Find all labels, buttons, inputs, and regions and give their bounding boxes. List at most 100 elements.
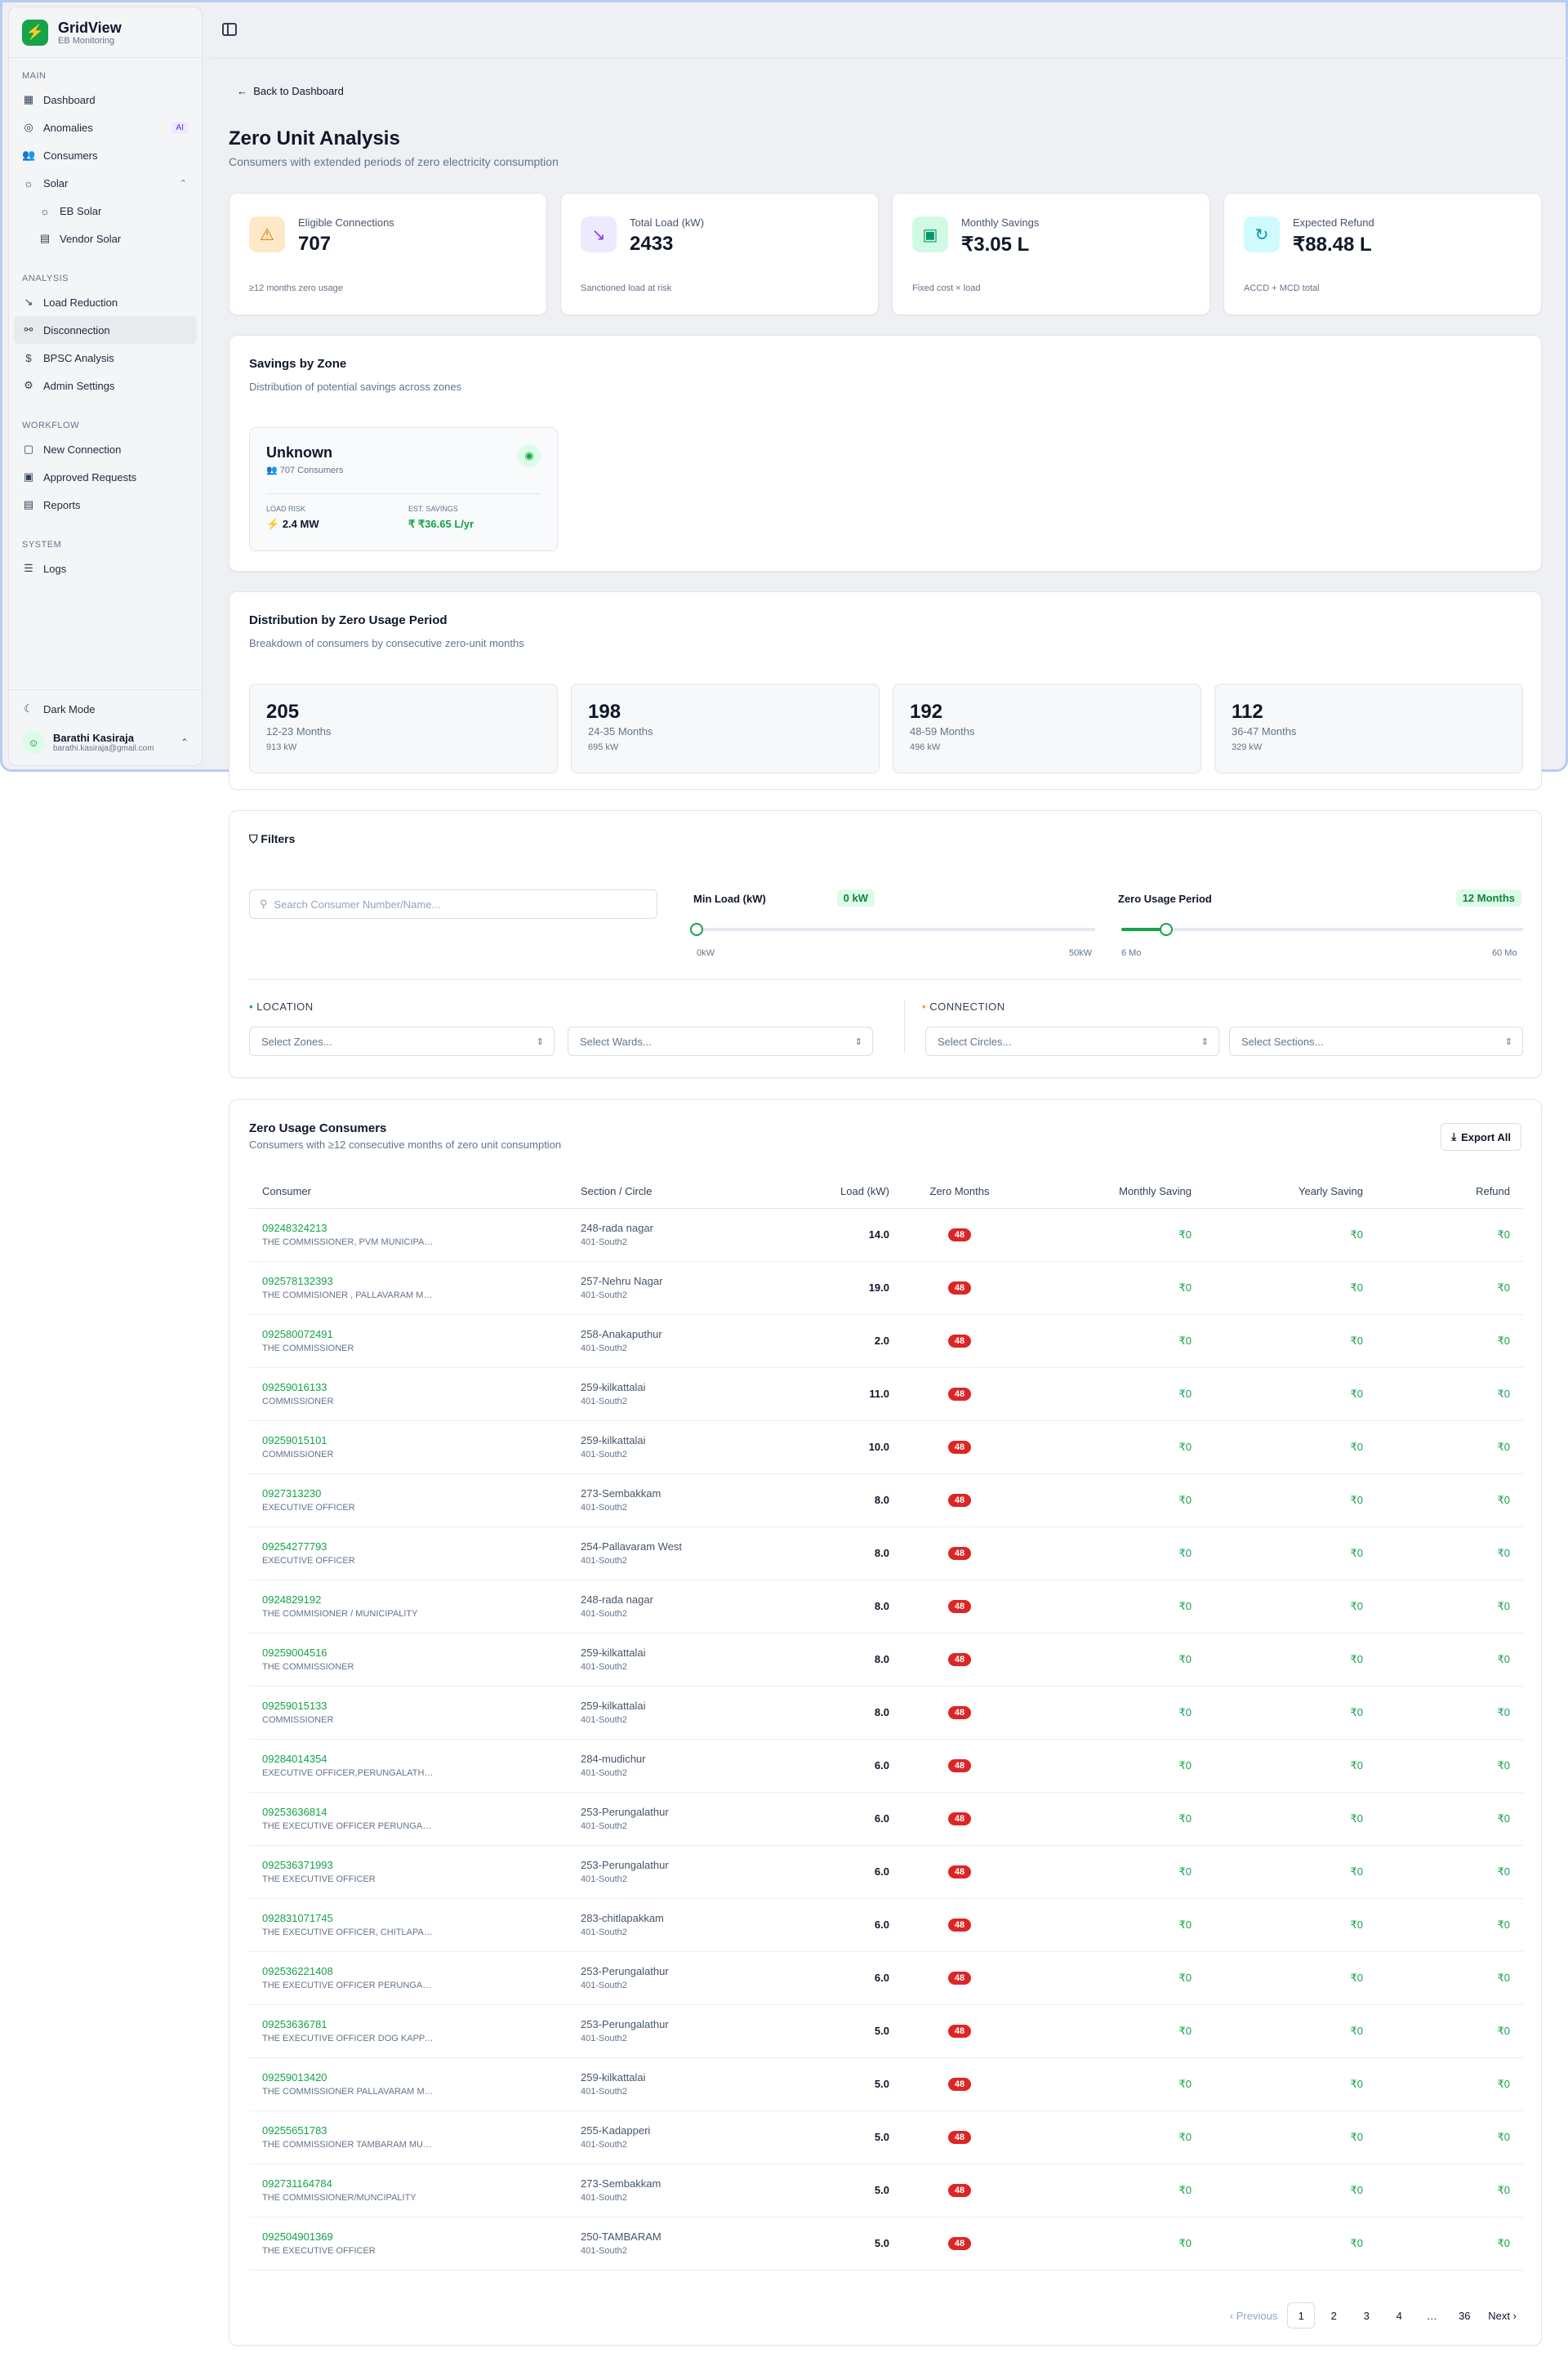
consumer-number-link[interactable]: 092731164784 bbox=[262, 2177, 555, 2190]
sidebar-item-load-reduction[interactable]: ↘ Load Reduction bbox=[9, 288, 202, 316]
consumer-number-link[interactable]: 0924829192 bbox=[262, 1593, 555, 1606]
sidebar-item-bpsc-analysis[interactable]: $ BPSC Analysis bbox=[9, 344, 202, 372]
zone-card[interactable]: Unknown 👥 707 Consumers ◉ LOAD RISK ⚡ 2.… bbox=[249, 427, 558, 551]
sidebar-item-disconnection[interactable]: ⚯ Disconnection bbox=[14, 316, 197, 344]
table-row[interactable]: 09259015133 COMMISSIONER 259-kilkattalai 40… bbox=[249, 1686, 1523, 1740]
col-refund[interactable]: Refund bbox=[1376, 1175, 1523, 1209]
page-2-button[interactable]: 2 bbox=[1320, 2302, 1348, 2329]
table-row[interactable]: 09259004516 THE COMMISSIONER 259-kilkattal… bbox=[249, 1633, 1523, 1687]
period-card[interactable]: 205 12-23 Months 913 kW bbox=[249, 684, 558, 773]
zero-period-slider-thumb[interactable] bbox=[1159, 923, 1173, 936]
refund-cell: ₹0 bbox=[1376, 1420, 1523, 1474]
sidebar-item-approved-requests[interactable]: ▣ Approved Requests bbox=[9, 463, 202, 491]
consumer-number-link[interactable]: 092536221408 bbox=[262, 1965, 555, 1977]
load-risk-value: 2.4 MW bbox=[282, 518, 319, 530]
page-1-button[interactable]: 1 bbox=[1287, 2302, 1316, 2329]
consumer-number-link[interactable]: 09248324213 bbox=[262, 1222, 555, 1234]
consumer-number-link[interactable]: 09284014354 bbox=[262, 1753, 555, 1765]
consumer-cell: 0924829192 THE COMMISIONER / MUNICIPALITY bbox=[249, 1580, 568, 1633]
consumer-cell: 09259013420 THE COMMISSIONER PALLAVARAM M… bbox=[249, 2057, 568, 2111]
table-row[interactable]: 092504901369 THE EXECUTIVE OFFICER 250-TAM… bbox=[249, 2217, 1523, 2271]
consumer-number-link[interactable]: 09259015101 bbox=[262, 1434, 555, 1446]
page-last-button[interactable]: 36 bbox=[1450, 2302, 1478, 2329]
back-link[interactable]: ← Back to Dashboard bbox=[237, 85, 344, 97]
previous-button[interactable]: ‹ Previous bbox=[1225, 2302, 1283, 2329]
stat-card: ↻ Expected Refund ₹88.48 L ACCD + MCD to… bbox=[1223, 193, 1542, 315]
period-card[interactable]: 192 48-59 Months 496 kW bbox=[893, 684, 1201, 773]
table-row[interactable]: 092831071745 THE EXECUTIVE OFFICER, CHITL… bbox=[249, 1898, 1523, 1952]
consumer-number-link[interactable]: 09253636814 bbox=[262, 1806, 555, 1818]
dark-mode-toggle[interactable]: ☾ Dark Mode bbox=[9, 695, 202, 723]
table-row[interactable]: 09253636781 THE EXECUTIVE OFFICER DOG KAP… bbox=[249, 2004, 1523, 2058]
zero-period-label: Zero Usage Period bbox=[1118, 893, 1212, 905]
table-row[interactable]: 09259013420 THE COMMISSIONER PALLAVARAM M… bbox=[249, 2057, 1523, 2111]
table-row[interactable]: 092580072491 THE COMMISSIONER 258-Anakaput… bbox=[249, 1314, 1523, 1368]
brand[interactable]: ⚡ GridView EB Monitoring bbox=[9, 7, 202, 58]
sidebar-item-admin-settings[interactable]: ⚙ Admin Settings bbox=[9, 372, 202, 399]
table-row[interactable]: 092536221408 THE EXECUTIVE OFFICER PERUNG… bbox=[249, 1951, 1523, 2005]
sidebar-item-reports[interactable]: ▤ Reports bbox=[9, 491, 202, 519]
consumer-number-link[interactable]: 09259016133 bbox=[262, 1381, 555, 1393]
consumer-number-link[interactable]: 09259013420 bbox=[262, 2071, 555, 2083]
min-load-track[interactable] bbox=[697, 928, 1095, 931]
min-load-slider-thumb[interactable] bbox=[690, 923, 703, 936]
refund-cell: ₹0 bbox=[1376, 2004, 1523, 2058]
sidebar-item-logs[interactable]: ☰ Logs bbox=[9, 555, 202, 582]
sections-select[interactable]: Select Sections... ⇕ bbox=[1229, 1027, 1523, 1056]
table-row[interactable]: 09259016133 COMMISSIONER 259-kilkattalai 40… bbox=[249, 1367, 1523, 1421]
circles-select[interactable]: Select Circles... ⇕ bbox=[925, 1027, 1219, 1056]
consumer-number-link[interactable]: 092580072491 bbox=[262, 1328, 555, 1340]
consumer-number-link[interactable]: 092504901369 bbox=[262, 2231, 555, 2243]
table-row[interactable]: 092578132393 THE COMMISIONER , PALLAVARAM… bbox=[249, 1261, 1523, 1315]
consumer-name: THE COMMISIONER , PALLAVARAM MUNICIPALIT… bbox=[262, 1290, 434, 1300]
sidebar-item-consumers[interactable]: 👥 Consumers bbox=[9, 141, 202, 169]
page-3-button[interactable]: 3 bbox=[1352, 2302, 1380, 2329]
period-card[interactable]: 198 24-35 Months 695 kW bbox=[571, 684, 880, 773]
wards-select[interactable]: Select Wards... ⇕ bbox=[568, 1027, 873, 1056]
page-4-button[interactable]: 4 bbox=[1385, 2302, 1413, 2329]
load-cell: 6.0 bbox=[780, 1792, 902, 1846]
table-row[interactable]: 09255651783 THE COMMISSIONER TAMBARAM MUN… bbox=[249, 2110, 1523, 2164]
sidebar-item-eb-solar[interactable]: ☼ EB Solar bbox=[9, 197, 202, 225]
sidebar-item-solar[interactable]: ☼ Solar ⌃ bbox=[9, 169, 202, 197]
col-load[interactable]: Load (kW) bbox=[780, 1175, 902, 1209]
table-row[interactable]: 09253636814 THE EXECUTIVE OFFICER PERUNGA… bbox=[249, 1792, 1523, 1846]
col-monthly-saving[interactable]: Monthly Saving bbox=[1017, 1175, 1205, 1209]
consumer-number-link[interactable]: 092536371993 bbox=[262, 1859, 555, 1871]
sidebar-item-new-connection[interactable]: ▢ New Connection bbox=[9, 435, 202, 463]
consumer-number-link[interactable]: 0927313230 bbox=[262, 1487, 555, 1500]
table-row[interactable]: 09254277793 EXECUTIVE OFFICER 254-Pallavar… bbox=[249, 1526, 1523, 1580]
consumer-number-link[interactable]: 092831071745 bbox=[262, 1912, 555, 1924]
col-consumer[interactable]: Consumer bbox=[249, 1175, 568, 1209]
col-zero-months[interactable]: Zero Months bbox=[902, 1175, 1017, 1209]
zero-period-track[interactable] bbox=[1121, 928, 1523, 931]
nav-label: Logs bbox=[43, 562, 67, 575]
sidebar-item-dashboard[interactable]: ▦ Dashboard bbox=[9, 86, 202, 114]
consumer-number-link[interactable]: 09255651783 bbox=[262, 2124, 555, 2137]
consumer-number-link[interactable]: 09259015133 bbox=[262, 1700, 555, 1712]
consumer-cell: 092504901369 THE EXECUTIVE OFFICER bbox=[249, 2217, 568, 2271]
col-section[interactable]: Section / Circle bbox=[568, 1175, 780, 1209]
table-row[interactable]: 09259015101 COMMISSIONER 259-kilkattalai 40… bbox=[249, 1420, 1523, 1474]
users-icon: 👥 bbox=[266, 466, 278, 475]
consumer-number-link[interactable]: 09254277793 bbox=[262, 1540, 555, 1553]
table-row[interactable]: 0927313230 EXECUTIVE OFFICER 273-Sembakkam… bbox=[249, 1473, 1523, 1527]
consumer-number-link[interactable]: 09253636781 bbox=[262, 2018, 555, 2030]
next-button[interactable]: Next › bbox=[1483, 2302, 1521, 2329]
sidebar-toggle-icon[interactable] bbox=[222, 23, 237, 36]
table-row[interactable]: 092536371993 THE EXECUTIVE OFFICER 253-Per… bbox=[249, 1845, 1523, 1899]
consumer-number-link[interactable]: 092578132393 bbox=[262, 1275, 555, 1287]
table-row[interactable]: 0924829192 THE COMMISIONER / MUNICIPALITY… bbox=[249, 1580, 1523, 1633]
zones-select[interactable]: Select Zones... ⇕ bbox=[249, 1027, 555, 1056]
export-all-button[interactable]: ⤓ Export All bbox=[1441, 1123, 1521, 1151]
sidebar-item-anomalies[interactable]: ◎ Anomalies AI bbox=[9, 114, 202, 141]
table-row[interactable]: 09248324213 THE COMMISSIONER, PVM MUNICIP… bbox=[249, 1208, 1523, 1262]
search-input[interactable]: ⚲ Search Consumer Number/Name... bbox=[249, 889, 657, 919]
table-row[interactable]: 092731164784 THE COMMISSIONER/MUNCIPALITY… bbox=[249, 2164, 1523, 2217]
col-yearly-saving[interactable]: Yearly Saving bbox=[1205, 1175, 1376, 1209]
table-row[interactable]: 09284014354 EXECUTIVE OFFICER,PERUNGALATH… bbox=[249, 1739, 1523, 1793]
period-card[interactable]: 112 36-47 Months 329 kW bbox=[1214, 684, 1523, 773]
sidebar-item-vendor-solar[interactable]: ▤ Vendor Solar bbox=[9, 225, 202, 252]
consumer-number-link[interactable]: 09259004516 bbox=[262, 1647, 555, 1659]
user-menu[interactable]: ☺ Barathi Kasiraja barathi.kasiraja@gmai… bbox=[9, 723, 202, 765]
